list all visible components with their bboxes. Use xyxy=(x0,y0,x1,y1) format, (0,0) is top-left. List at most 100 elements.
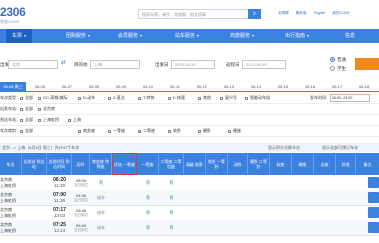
nav-info[interactable]: 信息 xyxy=(345,29,355,43)
book-button[interactable] xyxy=(368,207,379,218)
points-toggle[interactable]: 显示积分兑换车次 xyxy=(268,143,300,152)
type-option: GC-高铁/城际 xyxy=(43,95,68,100)
checkbox[interactable] xyxy=(245,96,248,100)
book-button[interactable] xyxy=(368,222,379,233)
col-hard-seat: 硬座 xyxy=(292,153,314,175)
date-tab[interactable]: 06-07 xyxy=(54,82,80,91)
date-tab[interactable]: 06-06 xyxy=(27,82,53,91)
checkbox[interactable] xyxy=(198,129,201,133)
business-seat[interactable]: 候补 xyxy=(90,220,112,235)
second-seat: 有 xyxy=(169,179,174,185)
date-tab[interactable]: 06-10 xyxy=(135,82,161,91)
checkbox[interactable] xyxy=(38,107,41,111)
business-seat[interactable]: 候补 xyxy=(90,205,112,220)
checkbox[interactable] xyxy=(20,96,23,100)
nav-tickets[interactable]: 车票 ▾ xyxy=(6,29,33,43)
checkbox[interactable] xyxy=(20,118,23,122)
checkbox[interactable] xyxy=(138,96,141,100)
logo-subtitle: 铁路12306 xyxy=(0,19,20,24)
col-stations[interactable]: 出发站 到达站 xyxy=(22,153,47,175)
result-summary: 北京 --> 上海（6月5日 周三）共计47个车次 显示积分兑换车次 显示全部可… xyxy=(0,143,379,152)
to-station: 上海虹桥 xyxy=(0,227,16,233)
checkbox[interactable] xyxy=(220,96,223,100)
swap-icon[interactable]: ⇄ xyxy=(61,59,66,66)
checkbox[interactable] xyxy=(108,129,111,133)
station-cell: 北京南 上海虹桥 xyxy=(0,220,22,235)
arrive-time: 11:36 xyxy=(54,198,65,203)
date-tab[interactable]: 06-18 xyxy=(351,82,377,91)
search-input[interactable]: 搜索车票、餐饮、常旅客、相关规章 xyxy=(138,9,250,19)
from-field[interactable]: 北京 xyxy=(8,60,58,69)
radio-normal[interactable] xyxy=(330,57,335,62)
checkbox[interactable] xyxy=(198,96,201,100)
business-seat[interactable]: 候补 xyxy=(90,190,112,205)
book-button[interactable] xyxy=(368,192,379,203)
radio-student[interactable] xyxy=(330,66,335,71)
elder-mode-link[interactable]: 敬老版 xyxy=(296,11,307,15)
col-preferred-first: 优选 一等座 xyxy=(112,153,137,175)
checkbox[interactable] xyxy=(78,96,81,100)
to-field[interactable]: 上海 xyxy=(90,60,140,69)
second-seat: 有 xyxy=(169,194,174,200)
checkbox[interactable] xyxy=(168,129,171,133)
col-remark: 备注 xyxy=(363,161,372,167)
date-tab[interactable]: 06-15 xyxy=(270,82,296,91)
date-tab[interactable]: 06-11 xyxy=(162,82,188,91)
col-first: 一等座 xyxy=(137,153,159,175)
to-station-label: 到达车站： xyxy=(0,117,20,122)
business-seat: 有 xyxy=(98,179,104,185)
search-icon[interactable]: ⌕ xyxy=(248,9,261,19)
nav-member[interactable]: 会员服务 ▾ xyxy=(118,29,142,43)
accessibility-link[interactable]: 无障碍 xyxy=(278,11,289,15)
checkbox[interactable] xyxy=(38,118,41,122)
col-second: 二等座 二等包座 xyxy=(159,153,184,175)
type-option: 其他 xyxy=(203,95,211,100)
show-all-toggle[interactable]: 显示全部可预订车次 xyxy=(322,143,358,152)
arrival-day: 当日到达 xyxy=(74,212,88,217)
checkbox[interactable] xyxy=(168,96,171,100)
col-hard-sleeper: 硬卧 二等卧 xyxy=(248,153,270,175)
date-tab[interactable]: 06-08 xyxy=(81,82,107,91)
col-times[interactable]: 出发时间 到达时间 xyxy=(47,153,72,175)
my-account-link[interactable]: 我的12306 xyxy=(332,11,349,15)
top-links: 无障碍 敬老版 English 我的12306 xyxy=(278,11,356,16)
nav-station[interactable]: 站车服务 ▾ xyxy=(175,29,199,43)
checkbox[interactable] xyxy=(20,129,23,133)
date-tab[interactable]: 06-13 xyxy=(216,82,242,91)
checkbox[interactable] xyxy=(68,118,71,122)
checkbox[interactable] xyxy=(228,129,231,133)
nav-guide[interactable]: 出行指南 ▾ xyxy=(285,29,309,43)
date-tab[interactable]: 06-14 xyxy=(243,82,269,91)
nav-business[interactable]: 商旅服务 ▾ xyxy=(230,29,254,43)
query-button[interactable] xyxy=(355,58,379,70)
book-button[interactable] xyxy=(368,177,379,188)
col-soft-sleeper: 软卧 一等卧 xyxy=(206,153,228,175)
checkbox[interactable] xyxy=(38,96,41,100)
seat-option: 硬座 xyxy=(233,128,241,133)
date-label: 出发日 xyxy=(155,62,169,67)
arrive-time: 11:29 xyxy=(54,183,65,188)
col-no-seat: 无座 xyxy=(314,153,336,175)
return-field[interactable]: 2024-06-05 xyxy=(242,60,286,69)
date-tab[interactable]: 06-05 周三 xyxy=(0,82,26,91)
checkbox[interactable] xyxy=(138,129,141,133)
checkbox[interactable] xyxy=(108,96,111,100)
date-field[interactable]: 2024-06-05 xyxy=(171,60,215,69)
date-tab[interactable]: 06-17 xyxy=(324,82,350,91)
date-tab[interactable]: 06-12 xyxy=(189,82,215,91)
logo[interactable]: 2306 xyxy=(0,5,26,19)
col-duration[interactable]: 历时 xyxy=(72,153,90,175)
seat-label: 车次席别： xyxy=(0,128,20,133)
language-link[interactable]: English xyxy=(314,11,326,15)
col-other: 其他 xyxy=(336,153,356,175)
checkbox[interactable] xyxy=(78,129,81,133)
nav-group[interactable]: 团购服务 ▾ xyxy=(66,29,90,43)
date-tab[interactable]: 06-09 xyxy=(108,82,134,91)
type-option: 全部 xyxy=(25,95,33,100)
table-row: 北京南 上海虹桥 07:00 11:36 04:36 当日到达 候补 有 有 xyxy=(0,190,379,206)
type-option: D-动车 xyxy=(83,95,96,100)
date-tab[interactable]: 06-16 xyxy=(297,82,323,91)
checkbox[interactable] xyxy=(20,107,23,111)
chevron-down-icon: ▾ xyxy=(24,33,27,38)
depart-time-select[interactable]: 00:00--24:00 xyxy=(330,94,370,102)
